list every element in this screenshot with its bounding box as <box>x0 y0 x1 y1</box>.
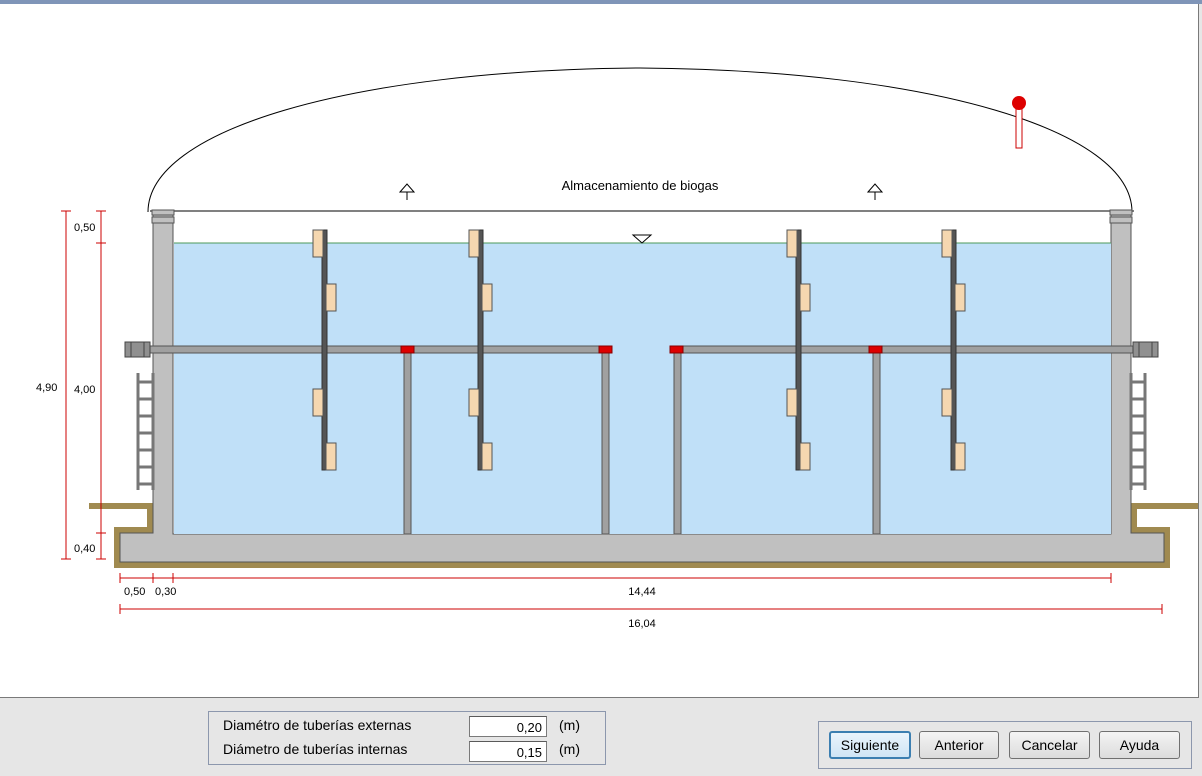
dim-inner-width: 14,44 <box>628 586 656 598</box>
up-arrow-icon <box>866 183 884 200</box>
dim-total-height: 4,90 <box>36 382 57 394</box>
flare-pipe <box>1015 106 1023 149</box>
next-button[interactable]: Siguiente <box>829 731 911 759</box>
previous-button[interactable]: Anterior <box>919 731 999 759</box>
up-arrow-icon <box>398 183 416 200</box>
internal-diameter-input[interactable] <box>469 741 547 762</box>
pipe-diameter-panel: Diamétro de tuberías externas (m) Diámet… <box>208 711 606 765</box>
external-diameter-input[interactable] <box>469 716 547 737</box>
external-diameter-unit: (m) <box>559 717 580 733</box>
water-level-icon <box>631 234 653 244</box>
internal-diameter-unit: (m) <box>559 741 580 757</box>
dim-left-b: 0,30 <box>155 586 176 598</box>
internal-diameter-label: Diámetro de tuberías internas <box>223 741 408 757</box>
flare-ball <box>1012 96 1026 110</box>
help-button[interactable]: Ayuda <box>1099 731 1180 759</box>
dim-left-a: 0,50 <box>124 586 145 598</box>
tank-section-drawing: Almacenamiento de biogas 4,90 0,50 4,00 … <box>0 4 1199 698</box>
ladder-right <box>1129 373 1147 490</box>
cancel-button[interactable]: Cancelar <box>1009 731 1090 759</box>
wall-cap <box>151 209 1133 224</box>
dim-liquid-height: 4,00 <box>74 384 95 396</box>
dim-slab: 0,40 <box>74 543 95 555</box>
external-diameter-label: Diamétro de tuberías externas <box>223 717 412 733</box>
dim-total-width: 16,04 <box>628 618 656 630</box>
wizard-button-panel: Siguiente Anterior Cancelar Ayuda <box>818 721 1192 769</box>
storage-label: Almacenamiento de biogas <box>562 178 719 193</box>
dim-freeboard: 0,50 <box>74 222 95 234</box>
ladder-left <box>136 373 155 490</box>
